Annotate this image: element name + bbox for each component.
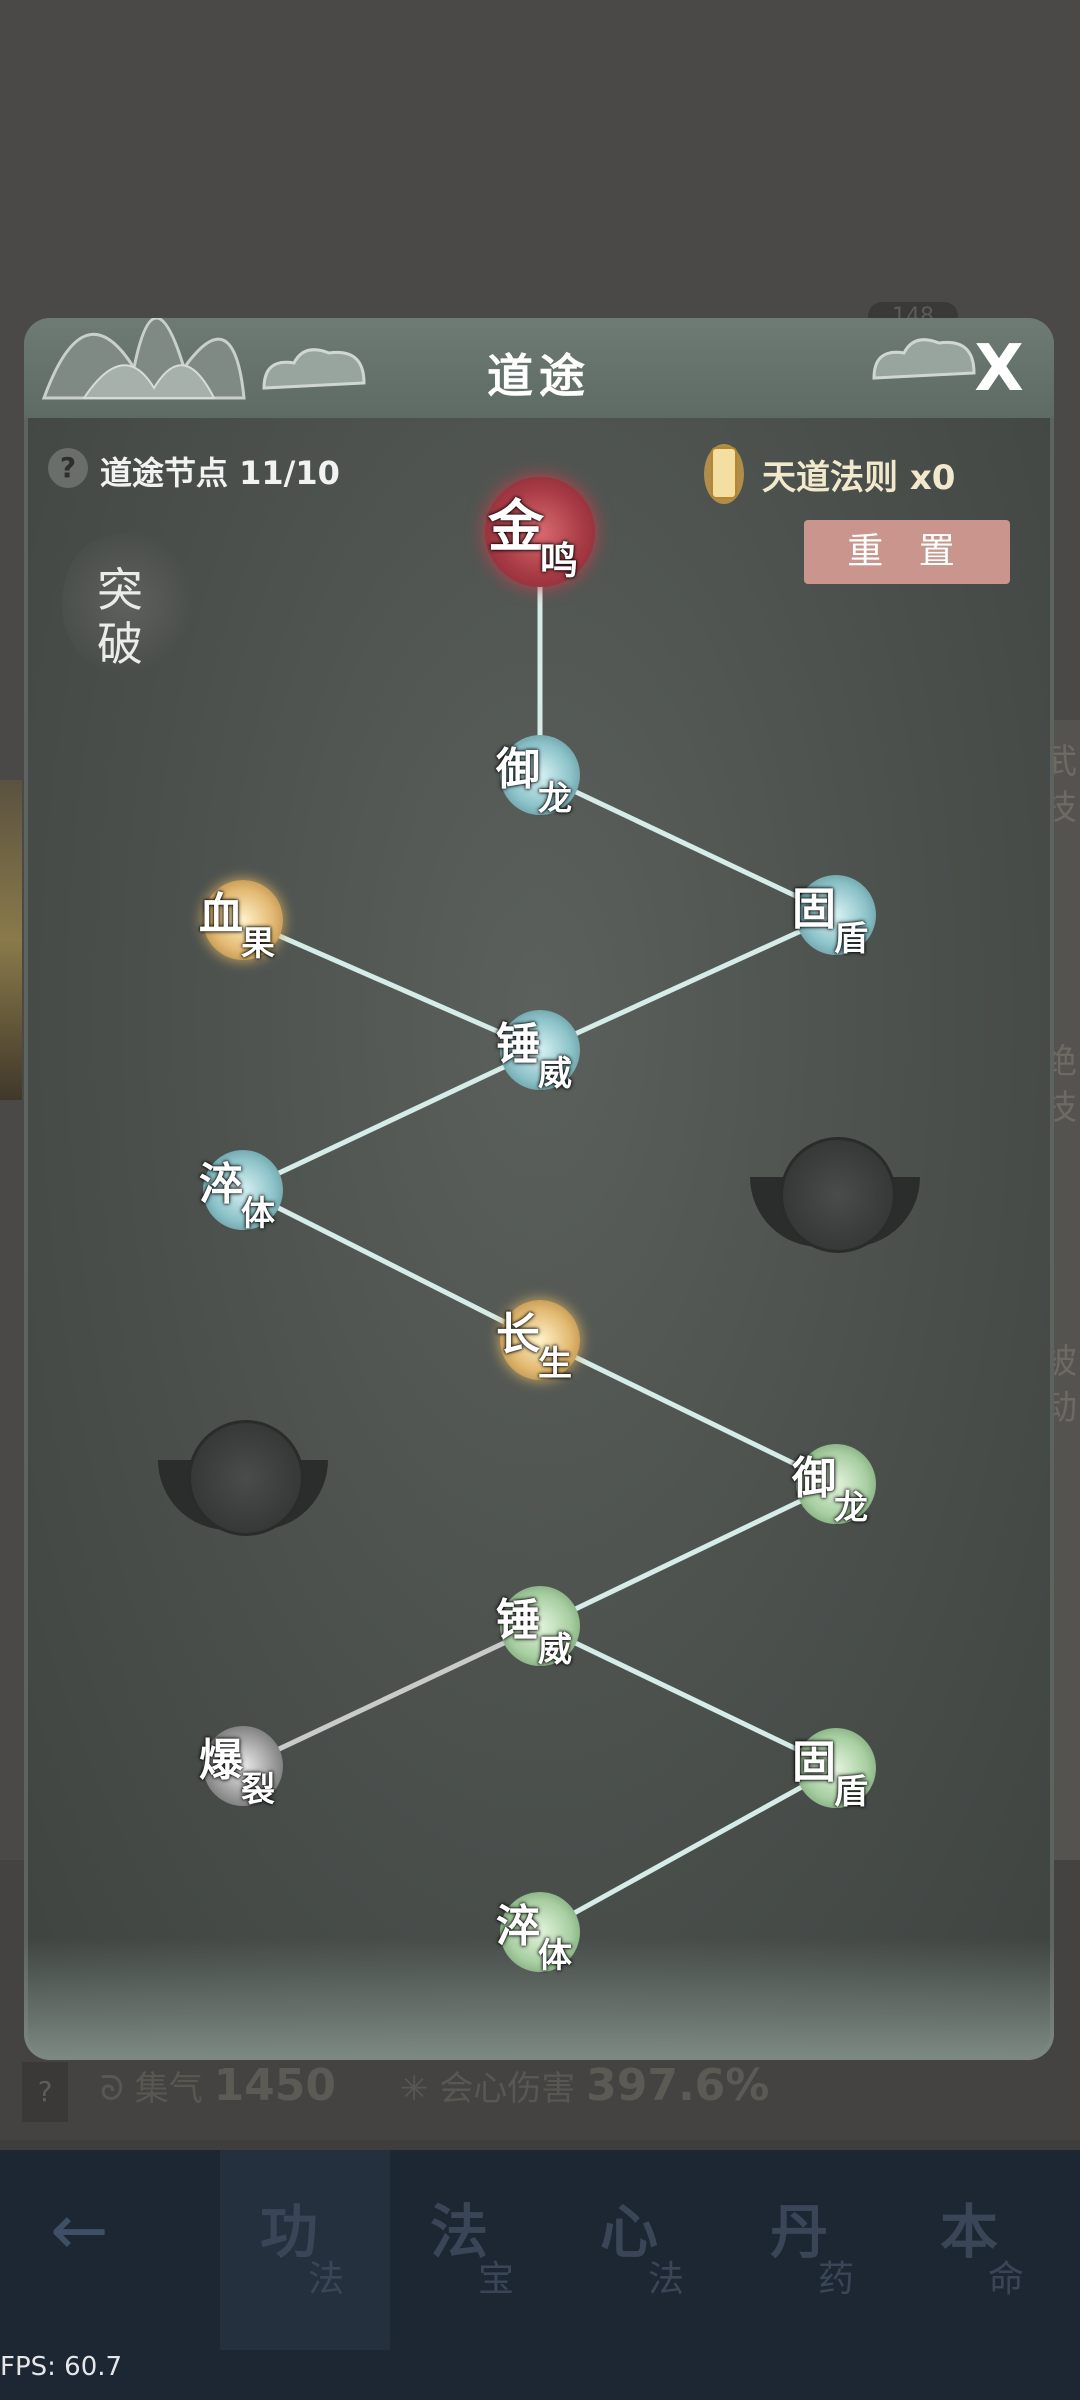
nav-tab[interactable]: 功法 <box>220 2150 390 2350</box>
skill-node[interactable]: 金鸣 <box>485 477 595 587</box>
help-icon[interactable]: ? <box>48 448 88 488</box>
skill-node[interactable]: 爆裂 <box>195 1718 291 1814</box>
skill-node[interactable]: 御龙 <box>788 1436 884 1532</box>
node-char-main: 爆 <box>199 1735 243 1786</box>
skill-node[interactable]: 御龙 <box>492 727 588 823</box>
node-char-main: 淬 <box>199 1159 243 1210</box>
stat-charge: ᘐ 集气 1450 <box>100 2060 337 2111</box>
node-char-main: 锤 <box>496 1019 540 1070</box>
star-icon: ✳ <box>400 2069 429 2109</box>
breakthrough-char: 破 <box>97 617 143 671</box>
node-char-main: 固 <box>792 1737 836 1788</box>
nav-tab[interactable]: 本命 <box>900 2150 1070 2350</box>
node-char-sub: 果 <box>241 924 275 964</box>
locked-orb <box>780 1137 896 1253</box>
node-char-main: 御 <box>792 1453 836 1504</box>
nav-tab[interactable]: 心法 <box>560 2150 730 2350</box>
close-icon[interactable]: X <box>964 334 1034 404</box>
node-char-sub: 龙 <box>834 1488 868 1528</box>
locked-orb <box>188 1420 304 1536</box>
node-char-sub: 威 <box>538 1630 572 1670</box>
skill-node[interactable]: 固盾 <box>788 1720 884 1816</box>
fps-counter: FPS: 60.7 <box>0 2352 123 2382</box>
locked-node-slot[interactable] <box>158 1420 328 1550</box>
node-char-main: 血 <box>199 889 243 940</box>
node-char-main: 锤 <box>496 1595 540 1646</box>
stat-crit-damage: ✳ 会心伤害 397.6% <box>400 2060 770 2111</box>
nav-tab-sub: 命 <box>988 2259 1025 2300</box>
node-char-main: 淬 <box>496 1901 540 1952</box>
node-char-sub: 龙 <box>538 779 572 819</box>
node-char-sub: 裂 <box>241 1770 275 1810</box>
node-char-sub: 生 <box>538 1344 572 1384</box>
breakthrough-button[interactable]: 突 破 <box>62 528 192 678</box>
nav-tab-sub: 宝 <box>478 2259 515 2300</box>
skill-node[interactable]: 淬体 <box>492 1884 588 1980</box>
dialog-title: 道途 <box>487 349 591 403</box>
nav-tab[interactable]: 法宝 <box>390 2150 560 2350</box>
skill-node[interactable]: 长生 <box>492 1292 588 1388</box>
node-char-sub: 盾 <box>834 919 868 959</box>
nav-tab[interactable]: 丹药 <box>730 2150 900 2350</box>
node-char-sub: 盾 <box>834 1772 868 1812</box>
node-char-sub: 威 <box>538 1054 572 1094</box>
skill-node[interactable]: 淬体 <box>195 1142 291 1238</box>
nav-tab-sub: 法 <box>308 2259 345 2300</box>
stat-help-icon[interactable]: ? <box>22 2062 68 2122</box>
nav-tab-sub: 法 <box>648 2259 685 2300</box>
locked-node-slot[interactable] <box>750 1137 920 1267</box>
heavenly-law-count: 天道法则 x0 <box>762 458 956 498</box>
node-char-sub: 鸣 <box>540 539 579 583</box>
skill-node[interactable]: 锤威 <box>492 1002 588 1098</box>
node-char-main: 金 <box>488 495 544 560</box>
skill-node[interactable]: 固盾 <box>788 867 884 963</box>
node-char-main: 御 <box>496 744 540 795</box>
node-char-main: 长 <box>496 1309 540 1360</box>
swirl-icon: ᘐ <box>100 2069 124 2109</box>
back-arrow-icon[interactable]: ← <box>50 2195 140 2265</box>
node-count-label: 道途节点 11/10 <box>100 454 340 492</box>
character-figure <box>0 780 22 1100</box>
nav-tab-sub: 药 <box>818 2259 855 2300</box>
reset-button[interactable]: 重 置 <box>804 520 1010 584</box>
heavenly-law-icon <box>704 444 744 504</box>
skill-node[interactable]: 锤威 <box>492 1578 588 1674</box>
node-char-sub: 体 <box>241 1194 275 1234</box>
skill-node[interactable]: 血果 <box>195 872 291 968</box>
node-char-sub: 体 <box>538 1936 572 1976</box>
node-char-main: 固 <box>792 884 836 935</box>
